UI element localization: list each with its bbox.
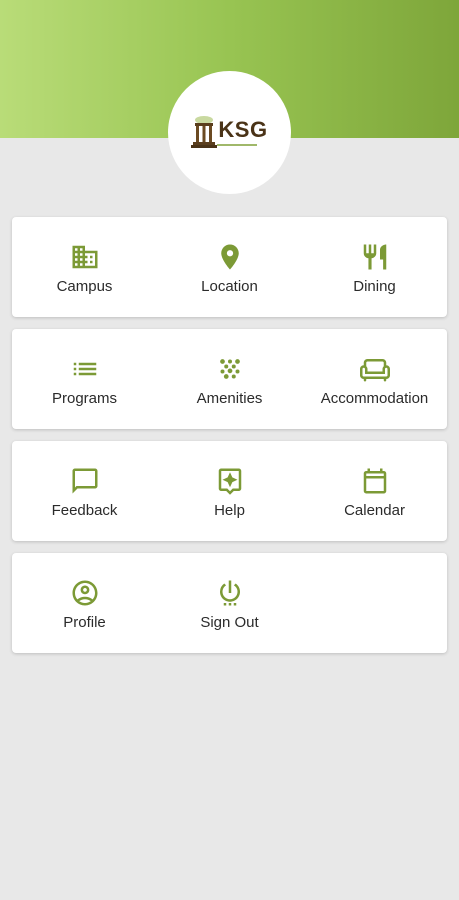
menu-card-4: Profile Sign Out <box>12 553 447 653</box>
tile-profile[interactable]: Profile <box>12 553 157 653</box>
tile-sign-out[interactable]: Sign Out <box>157 553 302 653</box>
tile-location[interactable]: Location <box>157 217 302 317</box>
chat-bubble-icon <box>69 465 101 497</box>
tile-accommodation[interactable]: Accommodation <box>302 329 447 429</box>
tile-label: Location <box>201 278 258 295</box>
tile-label: Sign Out <box>200 614 259 631</box>
tile-help[interactable]: Help <box>157 441 302 541</box>
calendar-icon <box>359 465 391 497</box>
tile-calendar[interactable]: Calendar <box>302 441 447 541</box>
tile-label: Feedback <box>51 502 118 519</box>
menu-card-1: Campus Location Dining <box>12 217 447 317</box>
menu-card-3: Feedback Help Calendar <box>12 441 447 541</box>
tile-label: Help <box>214 502 245 519</box>
menu-card-2: Programs Amenities Accommodation <box>12 329 447 429</box>
scatter-dots-icon <box>214 353 246 385</box>
tile-label: Campus <box>56 278 113 295</box>
fork-knife-icon <box>359 241 391 273</box>
account-circle-icon <box>69 577 101 609</box>
tile-amenities[interactable]: Amenities <box>157 329 302 429</box>
tile-dining[interactable]: Dining <box>302 217 447 317</box>
tile-campus[interactable]: Campus <box>12 217 157 317</box>
power-icon <box>214 577 246 609</box>
tile-programs[interactable]: Programs <box>12 329 157 429</box>
ksg-logo: KSG <box>168 71 291 194</box>
logo-wordmark: KSG <box>218 117 268 142</box>
building-pillars-logo-icon <box>191 115 218 148</box>
tile-label: Dining <box>353 278 396 295</box>
tile-feedback[interactable]: Feedback <box>12 441 157 541</box>
building-icon <box>69 241 101 273</box>
location-pin-icon <box>214 241 246 273</box>
tile-label: Amenities <box>196 390 263 407</box>
tile-label: Programs <box>51 390 118 407</box>
logo-underline <box>217 144 258 146</box>
list-icon <box>69 353 101 385</box>
tile-label: Calendar <box>344 502 405 519</box>
sofa-icon <box>359 353 391 385</box>
tile-label: Profile <box>63 614 106 631</box>
help-sparkle-icon <box>214 465 246 497</box>
tile-label: Accommodation <box>320 390 429 407</box>
